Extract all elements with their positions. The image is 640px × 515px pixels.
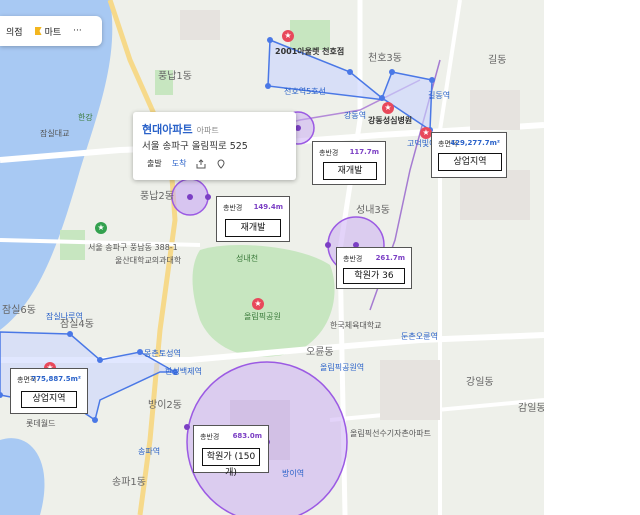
measure-kind: 총반경 (223, 204, 243, 212)
category-convenience-label: 의점 (6, 27, 23, 38)
place-type: 아파트 (196, 126, 219, 135)
map-label-dong: 풍납1동 (158, 71, 192, 82)
measure-value: 683.0m (232, 432, 262, 440)
category-convenience[interactable]: 의점 (0, 16, 29, 46)
place-label: 올림픽선수기자촌아파트 (350, 429, 431, 438)
place-label: 올림픽공원 (244, 312, 281, 321)
place-info-card[interactable]: 현대아파트 아파트 서울 송파구 올림픽로 525 출발 도착 (133, 112, 296, 180)
station-label: 한성백제역 (165, 367, 202, 376)
category-toolbar: 의점 마트 ··· (0, 16, 102, 46)
measure-box-area[interactable]: 총면적 429,277.7m² 상업지역 (431, 132, 507, 178)
place-label: 강동성심병원 (368, 116, 413, 125)
station-label: 강동역 (344, 111, 367, 120)
station-label: 천호역5호선 (284, 87, 326, 96)
station-label: 잠실나루역 (46, 312, 83, 321)
map-label-dong: 성내3동 (356, 205, 390, 216)
share-icon[interactable] (196, 158, 206, 169)
map-label-dong: 방이2동 (148, 400, 182, 411)
place-label: 한국체육대학교 (330, 321, 382, 330)
measure-kind: 총반경 (200, 433, 220, 441)
arrive-button[interactable]: 도착 (172, 158, 187, 169)
map-label-dong: 오륜동 (306, 347, 334, 358)
measure-box-radius[interactable]: 총반경 117.7m 재개발 (312, 141, 386, 185)
map-label-dong: 강일동 (466, 377, 494, 388)
map-label-dong: 천호3동 (368, 53, 402, 64)
card-actions: 출발 도착 (147, 158, 226, 169)
measure-box-radius[interactable]: 총반경 261.7m 학원가 36 (336, 247, 412, 289)
measure-tag: 재개발 (323, 162, 377, 180)
measure-value: 149.4m (253, 203, 283, 211)
measure-tag: 학원가 (150개) (202, 448, 260, 478)
measure-value: 117.7m (349, 148, 379, 156)
place-label: 성내천 (236, 254, 259, 263)
place-label: 한강 (78, 113, 93, 122)
measure-tag: 재개발 (225, 219, 281, 237)
measure-value: 775,887.5m² (31, 375, 81, 383)
map-label-dong: 송파1동 (112, 477, 146, 488)
measure-box-radius[interactable]: 총반경 683.0m 학원가 (150개) (193, 425, 269, 478)
measure-value: 261.7m (375, 254, 405, 262)
flag-icon (34, 27, 42, 35)
place-label: 잠실대교 (40, 129, 70, 138)
category-mart[interactable]: 마트 (29, 16, 68, 46)
measure-value: 429,277.7m² (450, 139, 500, 147)
measure-kind: 총반경 (319, 149, 339, 157)
place-pin-icon[interactable]: ★ (282, 30, 294, 42)
measure-kind: 총반경 (343, 255, 363, 263)
place-title[interactable]: 현대아파트 아파트 (142, 121, 219, 137)
station-label: 둔촌오륜역 (401, 332, 438, 341)
place-label: 롯데월드 (26, 419, 56, 428)
category-mart-label: 마트 (44, 27, 62, 38)
map-canvas[interactable]: 천호3동 성내3동 풍납1동 풍납2동 오륜동 방이2동 송파1동 잠실4동 잠… (0, 0, 544, 515)
place-address: 서울 송파구 올림픽로 525 (142, 141, 248, 152)
map-label-dong: 길동 (488, 55, 507, 66)
place-label: 서울 송파구 풍납동 388-1 (88, 243, 178, 252)
place-label: 2001아울렛 천호점 (275, 47, 345, 56)
map-label-dong: 풍납2동 (140, 191, 174, 202)
station-label: 몽촌토성역 (144, 349, 181, 358)
place-label: 울산대학교의과대학 (115, 256, 182, 265)
measure-tag: 상업지역 (21, 391, 77, 408)
hospital-pin-icon[interactable]: ★ (382, 102, 394, 114)
more-icon: ··· (73, 26, 82, 36)
map-base (0, 0, 544, 515)
measure-tag: 상업지역 (438, 153, 502, 171)
map-label-dong: 감일동 (518, 403, 544, 414)
station-label: 올림픽공원역 (320, 363, 365, 372)
depart-button[interactable]: 출발 (147, 158, 162, 169)
map-label-dong: 잠실4동 (60, 319, 94, 330)
location-marker-icon[interactable] (216, 159, 226, 169)
measure-tag: 학원가 36 (343, 268, 405, 284)
station-label: 방이역 (282, 469, 305, 478)
station-label: 길동역 (428, 91, 451, 100)
location-pin-icon[interactable]: ★ (95, 222, 107, 234)
park-pin-icon[interactable]: ★ (252, 298, 264, 310)
map-label-dong: 잠실6동 (2, 305, 36, 316)
measure-box-radius[interactable]: 총반경 149.4m 재개발 (216, 196, 290, 242)
more-button[interactable]: ··· (67, 16, 88, 46)
measure-box-area[interactable]: 총면적 775,887.5m² 상업지역 (10, 368, 88, 414)
station-label: 송파역 (138, 447, 161, 456)
